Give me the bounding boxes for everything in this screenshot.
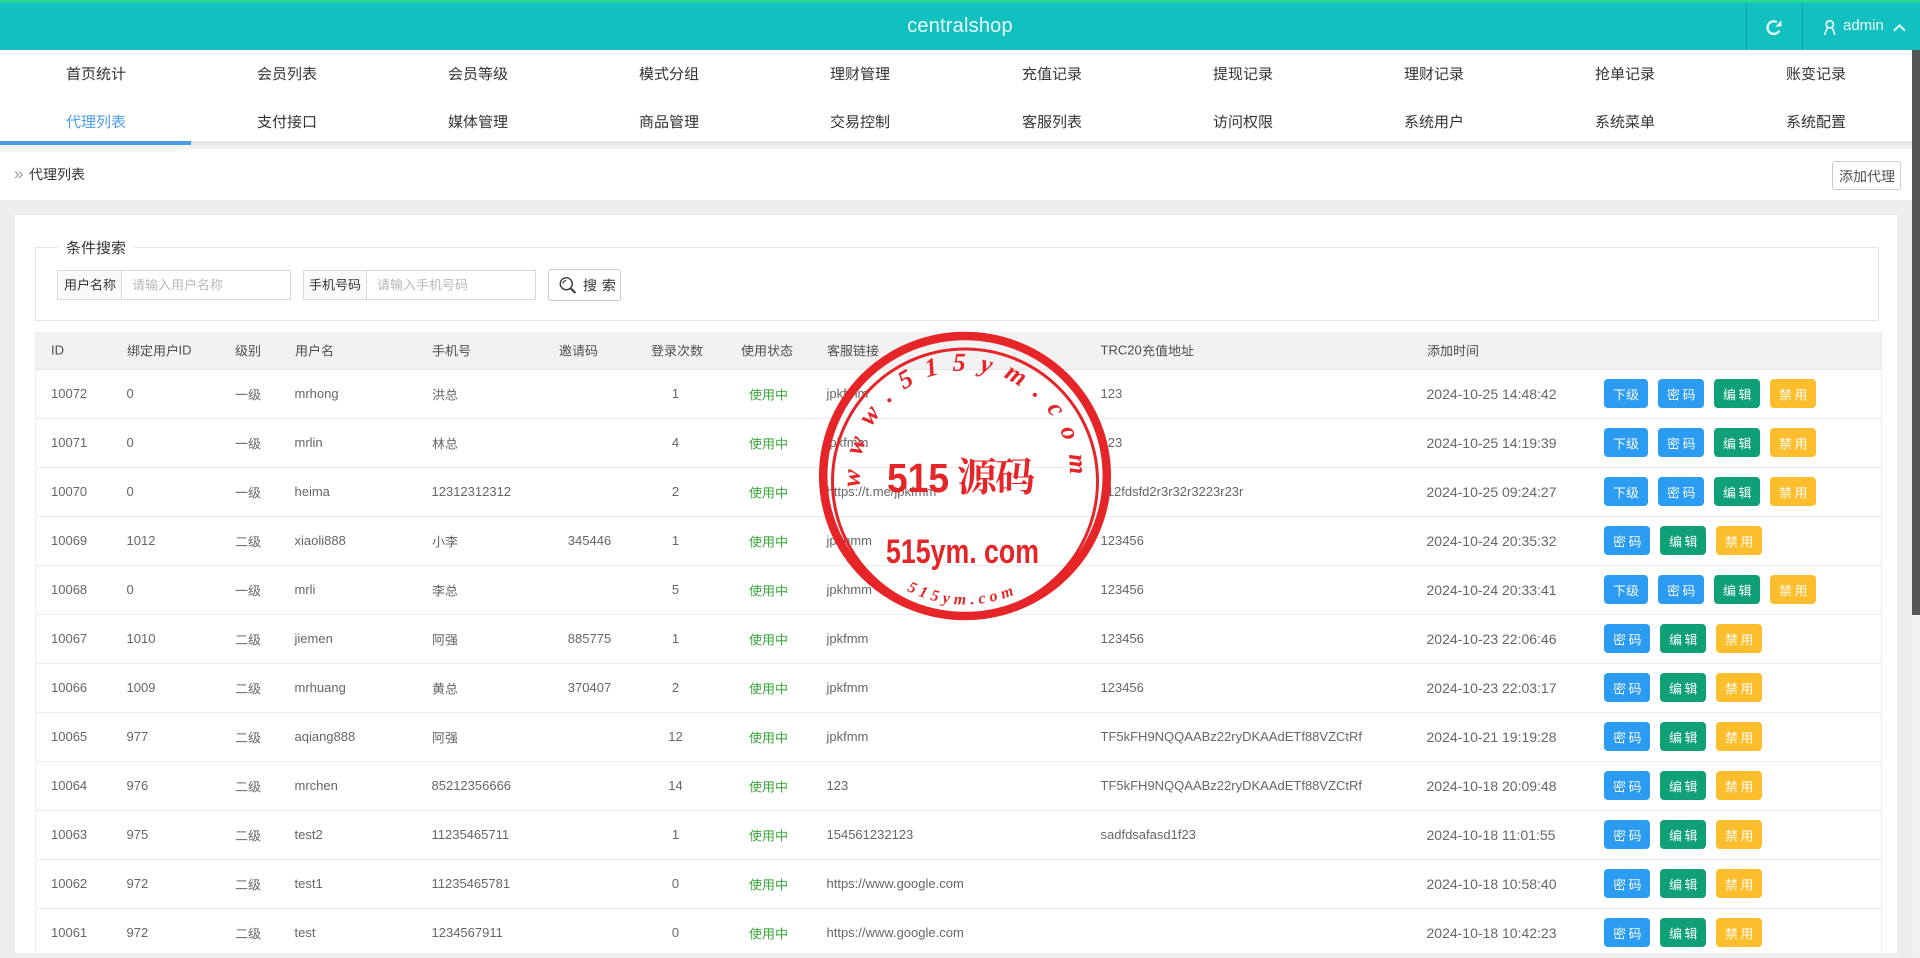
svg-text:515: 515 bbox=[887, 455, 949, 501]
svg-text:515ym.com: 515ym.com bbox=[905, 579, 1020, 609]
svg-text:515ym. com: 515ym. com bbox=[886, 533, 1039, 571]
